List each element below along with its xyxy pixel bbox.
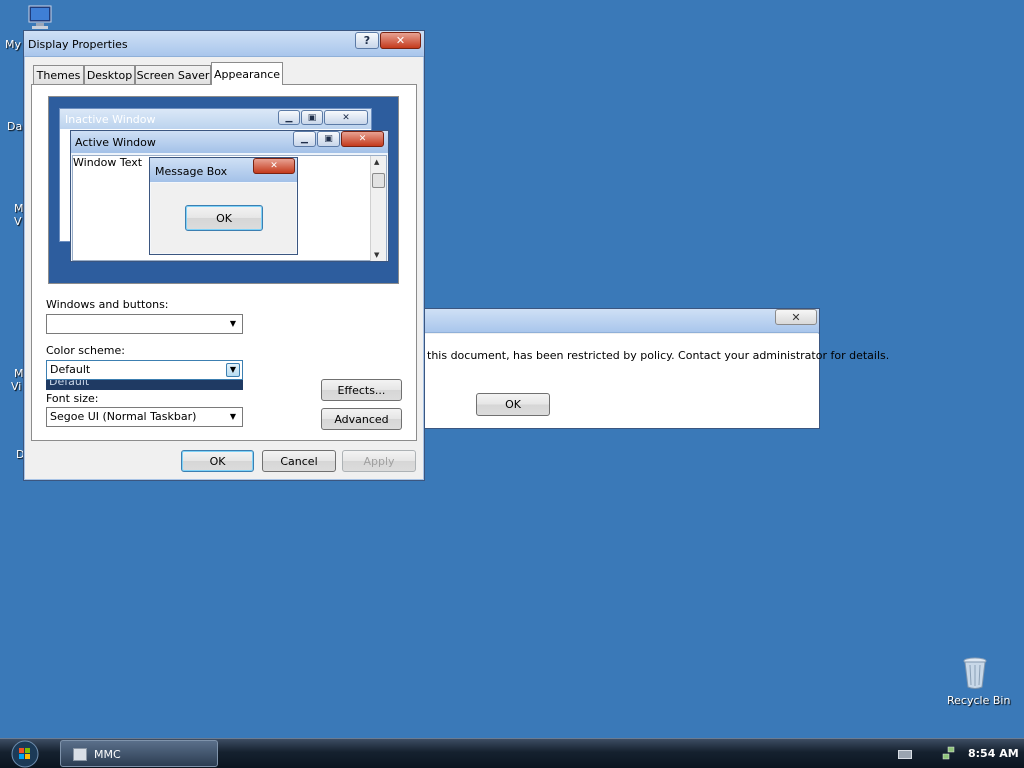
tab-desktop-label: Desktop [86,68,133,82]
advanced-button[interactable]: Advanced [321,408,402,430]
apply-label: Apply [363,454,395,468]
preview-close-icon: ✕ [324,110,368,125]
scroll-up-icon: ▲ [374,158,380,166]
restriction-message: this document, has been restricted by po… [427,349,890,362]
chevron-down-icon[interactable]: ▼ [226,410,240,424]
color-scheme-value: Default [50,363,91,376]
color-scheme-dropdown-list[interactable]: Default [46,380,243,390]
chevron-down-icon[interactable]: ▼ [226,317,240,331]
cancel-button[interactable]: Cancel [262,450,336,472]
tab-appearance[interactable]: Appearance [211,62,283,85]
close-button[interactable]: ✕ [380,32,421,49]
mmc-icon [73,748,87,761]
taskbar-button-label: MMC [94,748,121,761]
preview-window-text: Window Text [73,156,143,169]
help-icon: ? [363,34,371,47]
effects-label: Effects... [337,383,386,397]
font-size-label: Font size: [46,392,99,405]
tab-themes[interactable]: Themes [33,65,84,84]
keyboard-icon[interactable] [898,750,912,759]
font-size-value: Segoe UI (Normal Taskbar) [50,410,197,423]
tab-appearance-label: Appearance [213,67,281,81]
preview-close-icon: ✕ [341,131,384,147]
effects-button[interactable]: Effects... [321,379,402,401]
recycle-bin-icon[interactable] [961,656,989,690]
color-scheme-label: Color scheme: [46,344,125,357]
font-size-select[interactable]: Segoe UI (Normal Taskbar) ▼ [46,407,243,427]
preview-message-title: Message Box [155,165,228,178]
restriction-dialog: ✕ this document, has been restricted by … [404,308,889,429]
desktop-icon-label[interactable]: My [5,38,21,51]
ok-label: OK [209,454,226,468]
taskbar-button-mmc[interactable]: MMC [60,740,218,767]
help-button[interactable]: ? [355,32,379,49]
restriction-dialog-titlebar[interactable] [405,309,819,333]
clock[interactable]: 8:54 AM [968,747,1019,760]
scroll-thumb [372,173,385,188]
ok-button[interactable]: OK [181,450,254,472]
network-icon[interactable] [942,745,956,761]
preview-message-close-icon: ✕ [253,158,295,174]
scroll-down-icon: ▼ [374,251,380,259]
chevron-down-icon[interactable]: ▼ [226,363,240,377]
taskbar: MMC 8:54 AM [0,738,1024,768]
windows-buttons-label: Windows and buttons: [46,298,169,311]
cancel-label: Cancel [280,454,318,468]
preview-message-box: Message Box ✕ OK [149,157,298,255]
apply-button[interactable]: Apply [342,450,416,472]
window-title: Display Properties [28,38,128,51]
my-computer-icon[interactable] [26,4,54,30]
color-scheme-select[interactable]: Default ▼ [46,360,243,380]
preview-minimize-icon: ▁ [278,110,300,125]
preview-inactive-title: Inactive Window [65,113,156,126]
close-icon: ✕ [791,310,801,324]
close-icon: ✕ [395,34,406,47]
desktop-icon-label[interactable]: V [14,215,22,228]
tab-screen-saver[interactable]: Screen Saver [135,65,211,84]
preview-scrollbar: ▲ ▼ [370,156,386,261]
tab-themes-label: Themes [36,68,81,82]
preview-active-title: Active Window [75,136,156,149]
tab-screen-saver-label: Screen Saver [136,68,210,82]
preview-message-ok-button: OK [185,205,263,231]
preview-minimize-icon: ▁ [293,131,316,147]
restriction-ok-button[interactable]: OK [476,393,550,416]
desktop-icon-label[interactable]: Da [7,120,22,133]
restriction-dialog-close-button[interactable]: ✕ [775,309,817,325]
desktop-icon-label[interactable]: Vi [11,380,21,393]
windows-orb-icon[interactable] [10,740,40,768]
tab-desktop[interactable]: Desktop [84,65,135,84]
restriction-ok-label: OK [505,398,521,411]
color-scheme-dropdown-item[interactable]: Default [49,380,89,388]
advanced-label: Advanced [334,412,389,426]
preview-message-ok-label: OK [216,211,232,225]
recycle-bin-label[interactable]: Recycle Bin [947,694,1010,707]
preview-maximize-icon: ▣ [317,131,340,147]
preview-maximize-icon: ▣ [301,110,323,125]
windows-buttons-select[interactable]: ▼ [46,314,243,334]
